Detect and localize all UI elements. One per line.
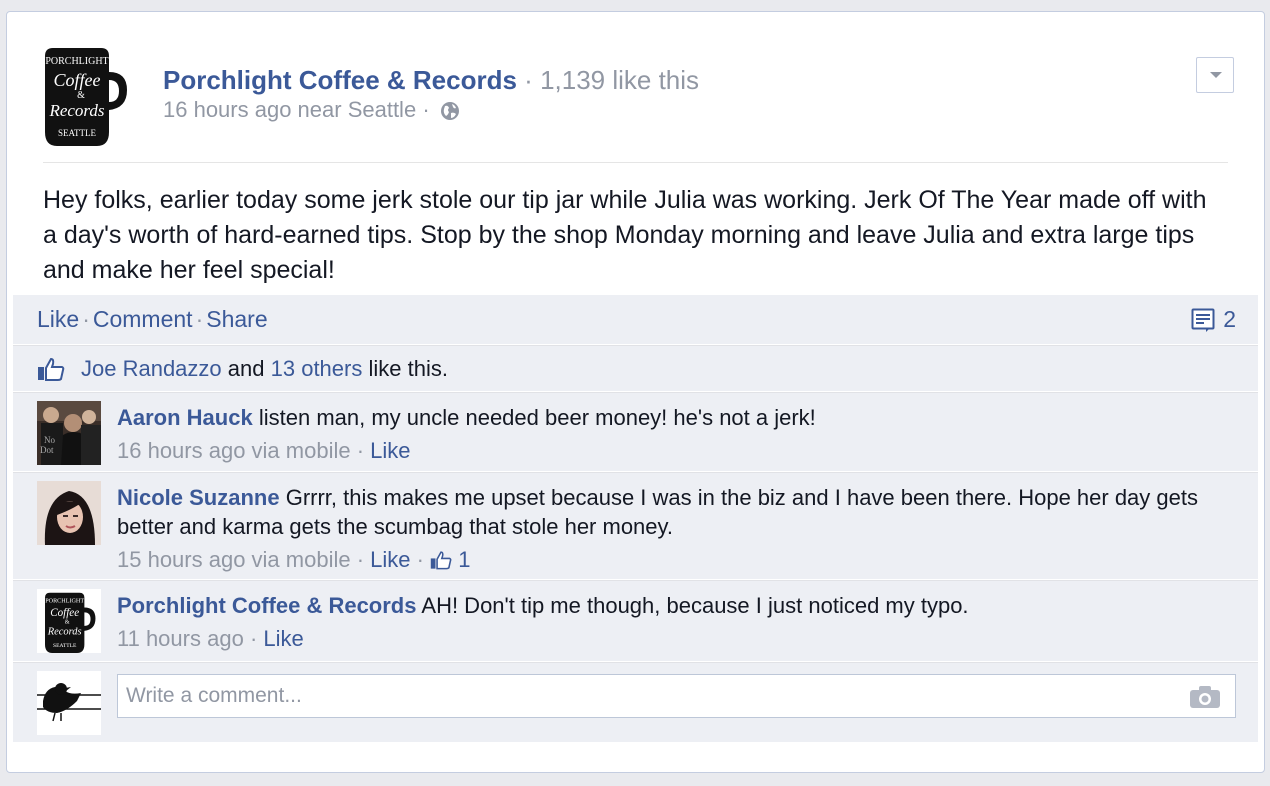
logo-text-amp: & [77,90,85,101]
comment-like-link[interactable]: Like [370,547,410,572]
separator-dot: · [356,438,371,463]
comment-icon [1191,308,1215,332]
comment-count-value: 2 [1223,306,1236,332]
comment-input-placeholder: Write a comment... [126,684,302,707]
comment-author-link[interactable]: Aaron Hauck [117,405,253,430]
avatar[interactable]: No Dot [37,401,101,465]
post-meta-line: 16 hours ago near Seattle · [163,96,699,124]
page-name-link[interactable]: Porchlight Coffee & Records [163,65,517,95]
comment-count-link[interactable]: 2 [1191,295,1236,343]
thumbs-up-icon [38,357,65,381]
comment-input[interactable]: Write a comment... [117,674,1236,718]
post-message: Hey folks, earlier today some jerk stole… [43,186,1207,284]
logo-text-seattle: SEATTLE [53,643,77,649]
logo-text-records: Records [48,101,104,120]
header-title-line: Porchlight Coffee & Records · 1,139 like… [163,64,699,96]
thumbs-up-icon [430,551,452,570]
page-like-count: 1,139 like this [540,65,700,95]
separator-dot: · [416,547,431,572]
separator-dot: · [249,626,264,651]
comment-meta: 15 hours ago via mobile · Like · 1 [117,545,1238,574]
comment-item: Nicole Suzanne Grrrr, this makes me upse… [13,472,1258,580]
post-card: PORCHLIGHT Coffee & Records SEATTLE Porc… [6,11,1265,773]
post-options-button[interactable] [1196,57,1234,93]
comment-meta: 16 hours ago via mobile · Like [117,436,1238,465]
logo-text-seattle: SEATTLE [58,128,96,138]
comment-composer: Write a comment... [13,662,1258,742]
comment-author-link[interactable]: Porchlight Coffee & Records [117,593,416,618]
comment-like-link[interactable]: Like [263,626,303,651]
logo-text-coffee: Coffee [50,607,79,619]
separator-dot: · [422,97,436,122]
comment-likes-value: 1 [458,547,471,572]
like-button[interactable]: Like [37,306,79,332]
comment-body: Aaron Hauck listen man, my uncle needed … [117,403,1238,432]
comment-button[interactable]: Comment [93,306,193,332]
avatar[interactable] [37,671,101,735]
logo-text-coffee: Coffee [54,70,101,90]
comment-body: Porchlight Coffee & Records AH! Don't ti… [117,591,1238,620]
comment-text: Grrrr, this makes me upset because I was… [117,485,1198,539]
header-text: Porchlight Coffee & Records · 1,139 like… [163,64,699,124]
likes-summary: Joe Randazzo and 13 others like this. [13,345,1258,392]
comment-timestamp[interactable]: 15 hours ago via mobile [117,547,351,572]
post-header: PORCHLIGHT Coffee & Records SEATTLE Porc… [41,42,1234,157]
comment-item: No Dot Aaron Hauck listen man, my uncle … [13,392,1258,472]
comment-meta: 11 hours ago · Like [117,624,1238,653]
comment-text: AH! Don't tip me though, because I just … [421,593,969,618]
separator-dot: · [195,306,204,332]
liker-name-link[interactable]: Joe Randazzo [81,356,222,381]
comment-like-link[interactable]: Like [370,438,410,463]
likes-and-text: and [227,356,265,381]
logo-text-porchlight: PORCHLIGHT [45,56,108,67]
action-bar: Like · Comment · Share 2 [13,295,1258,345]
logo-text-amp: & [65,619,70,625]
likes-others-link[interactable]: 13 others [271,356,363,381]
avatar[interactable] [37,481,101,545]
likes-suffix-text: like this. [368,356,448,381]
header-divider [43,162,1228,163]
svg-text:No: No [44,435,55,445]
comment-text: listen man, my uncle needed beer money! … [258,405,816,430]
avatar[interactable]: PORCHLIGHT Coffee & Records SEATTLE [37,589,101,653]
separator-dot: · [524,65,541,95]
logo-text-records: Records [47,627,82,638]
chevron-down-icon [1210,72,1222,78]
comment-likes-count[interactable]: 1 [430,547,470,572]
separator-dot: · [356,547,371,572]
camera-icon[interactable] [1189,685,1221,709]
comment-item: PORCHLIGHT Coffee & Records SEATTLE Porc… [13,580,1258,662]
globe-icon[interactable] [440,101,460,121]
svg-text:Dot: Dot [40,445,54,455]
comment-author-link[interactable]: Nicole Suzanne [117,485,280,510]
separator-dot: · [82,306,90,332]
logo-text-porchlight: PORCHLIGHT [45,599,84,605]
post-timestamp[interactable]: 16 hours ago near Seattle [163,97,416,122]
page-logo-mug[interactable]: PORCHLIGHT Coffee & Records SEATTLE [41,42,127,146]
share-button[interactable]: Share [206,306,267,332]
feedback-section: Like · Comment · Share 2 Joe Randazzo and 13… [13,295,1258,742]
comment-timestamp[interactable]: 16 hours ago via mobile [117,438,351,463]
comment-timestamp[interactable]: 11 hours ago [117,626,244,651]
comment-body: Nicole Suzanne Grrrr, this makes me upse… [117,483,1238,541]
